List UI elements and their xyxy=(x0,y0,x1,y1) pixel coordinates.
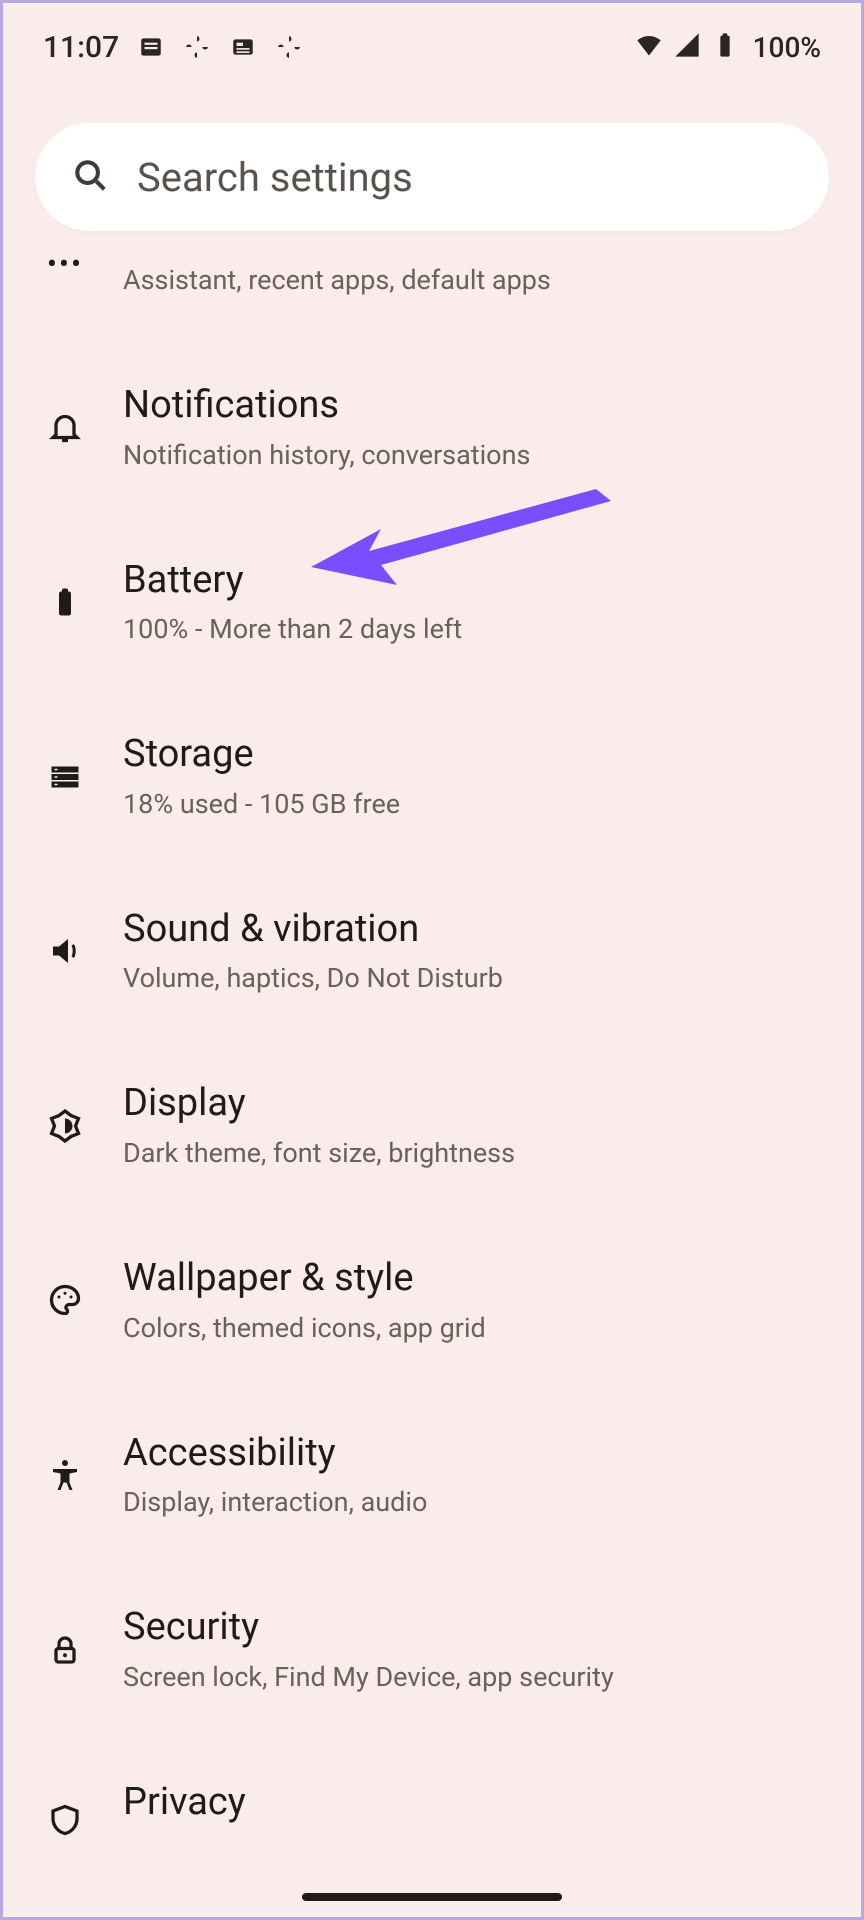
settings-row-display[interactable]: Display Dark theme, font size, brightnes… xyxy=(31,1038,833,1213)
speaker-icon xyxy=(45,931,85,971)
row-title: Battery xyxy=(123,557,819,605)
row-title: Display xyxy=(123,1080,819,1128)
search-settings-field[interactable]: Search settings xyxy=(35,123,829,231)
row-subtitle: 100% - More than 2 days left xyxy=(123,612,819,647)
settings-row-battery[interactable]: Battery 100% - More than 2 days left xyxy=(31,515,833,690)
settings-row-accessibility[interactable]: Accessibility Display, interaction, audi… xyxy=(31,1388,833,1563)
cellular-signal-icon xyxy=(673,31,701,63)
row-title: Wallpaper & style xyxy=(123,1255,819,1303)
battery-status-icon xyxy=(711,31,739,63)
row-title: Sound & vibration xyxy=(123,906,819,954)
brightness-icon xyxy=(45,1106,85,1146)
status-bar: 11:07 100% xyxy=(3,3,861,83)
settings-row-storage[interactable]: Storage 18% used - 105 GB free xyxy=(31,689,833,864)
settings-row-notifications[interactable]: Notifications Notification history, conv… xyxy=(31,340,833,515)
settings-row-privacy[interactable]: Privacy xyxy=(31,1737,833,1827)
search-icon xyxy=(71,156,109,198)
storage-icon xyxy=(45,757,85,797)
battery-icon xyxy=(45,582,85,622)
pinwheel-icon-2 xyxy=(275,33,303,61)
clock-text: 11:07 xyxy=(43,30,119,65)
row-subtitle: Volume, haptics, Do Not Disturb xyxy=(123,961,819,996)
wifi-icon xyxy=(635,31,663,63)
search-container: Search settings xyxy=(3,83,861,251)
settings-row-apps[interactable]: ••• Assistant, recent apps, default apps xyxy=(31,251,833,340)
status-right-cluster: 100% xyxy=(635,31,821,64)
gesture-nav-bar[interactable] xyxy=(302,1893,562,1901)
privacy-shield-icon xyxy=(45,1800,85,1840)
row-subtitle: Display, interaction, audio xyxy=(123,1485,819,1520)
row-title: Privacy xyxy=(123,1779,819,1827)
row-subtitle: Notification history, conversations xyxy=(123,438,819,473)
lock-icon xyxy=(45,1630,85,1670)
row-title: Notifications xyxy=(123,382,819,430)
settings-row-sound[interactable]: Sound & vibration Volume, haptics, Do No… xyxy=(31,864,833,1039)
status-left-cluster: 11:07 xyxy=(43,30,303,65)
row-subtitle: Screen lock, Find My Device, app securit… xyxy=(123,1660,819,1695)
search-placeholder: Search settings xyxy=(137,154,413,201)
row-subtitle: Colors, themed icons, app grid xyxy=(123,1311,819,1346)
row-title: Security xyxy=(123,1604,819,1652)
accessibility-icon xyxy=(45,1455,85,1495)
row-title: Storage xyxy=(123,731,819,779)
row-subtitle: 18% used - 105 GB free xyxy=(123,787,819,822)
more-dots-icon: ••• xyxy=(45,255,85,295)
settings-row-wallpaper[interactable]: Wallpaper & style Colors, themed icons, … xyxy=(31,1213,833,1388)
battery-percentage-text: 100% xyxy=(753,31,821,64)
settings-row-security[interactable]: Security Screen lock, Find My Device, ap… xyxy=(31,1562,833,1737)
news-notification-icon xyxy=(229,33,257,61)
message-notification-icon xyxy=(137,33,165,61)
row-subtitle: Dark theme, font size, brightness xyxy=(123,1136,819,1171)
settings-screen: 11:07 100% xyxy=(0,0,864,1920)
row-subtitle: Assistant, recent apps, default apps xyxy=(123,263,819,298)
palette-icon xyxy=(45,1280,85,1320)
settings-list[interactable]: ••• Assistant, recent apps, default apps… xyxy=(3,251,861,1826)
pinwheel-icon xyxy=(183,33,211,61)
row-title: Accessibility xyxy=(123,1430,819,1478)
bell-icon xyxy=(45,407,85,447)
